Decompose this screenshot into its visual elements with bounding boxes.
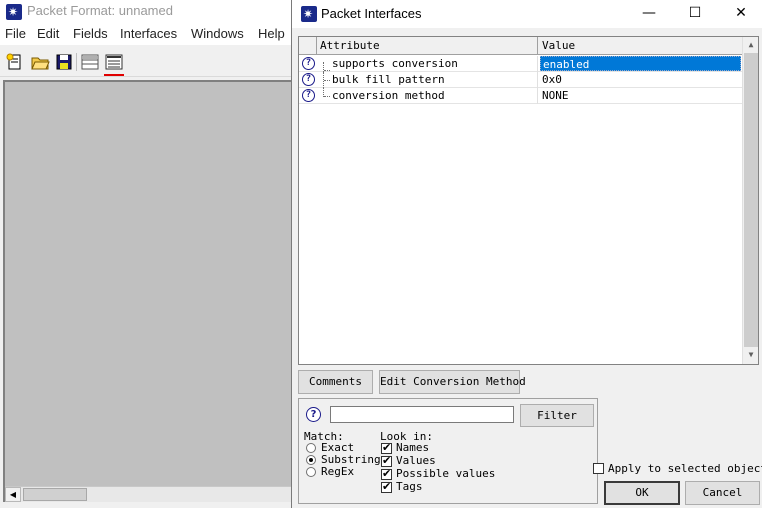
filter-button[interactable]: Filter xyxy=(520,404,594,427)
apply-to-selected-label[interactable]: Apply to selected objects xyxy=(608,462,762,475)
packet-format-window: Packet Format: unnamed File Edit Fields … xyxy=(0,0,292,508)
match-substring-radio[interactable] xyxy=(306,455,316,465)
help-icon[interactable]: ? xyxy=(306,407,321,422)
maximize-button[interactable]: ☐ xyxy=(672,0,718,28)
apply-to-selected-checkbox[interactable] xyxy=(593,463,604,474)
look-in-names-label[interactable]: Names xyxy=(396,441,429,454)
attribute-value[interactable]: 0x0 xyxy=(540,72,564,87)
toolbar xyxy=(0,47,292,77)
cancel-button[interactable]: Cancel xyxy=(685,481,760,505)
packet-view-icon[interactable] xyxy=(104,52,124,76)
dialog-title-bar: Packet Interfaces — ☐ ✕ xyxy=(292,0,762,28)
menu-windows[interactable]: Windows xyxy=(191,26,244,41)
active-tool-underline xyxy=(104,74,124,76)
column-divider[interactable] xyxy=(537,37,538,54)
minimize-button[interactable]: — xyxy=(626,0,672,28)
new-file-icon[interactable] xyxy=(5,52,25,72)
match-exact-radio[interactable] xyxy=(306,443,316,453)
ok-button[interactable]: OK xyxy=(604,481,680,505)
app-logo-icon xyxy=(301,6,317,22)
column-header-attribute[interactable]: Attribute xyxy=(320,39,380,52)
save-icon[interactable] xyxy=(54,52,74,72)
match-regex-radio[interactable] xyxy=(306,467,316,477)
packet-interfaces-dialog: Packet Interfaces — ☐ ✕ Attribute Value … xyxy=(291,0,762,508)
scrollbar-thumb[interactable] xyxy=(23,488,87,501)
attribute-name: supports conversion xyxy=(332,57,458,70)
toolbar-separator xyxy=(76,53,77,71)
menu-help[interactable]: Help xyxy=(258,26,285,41)
attribute-value[interactable]: NONE xyxy=(540,88,571,103)
tree-connector xyxy=(323,62,331,72)
scroll-down-icon[interactable]: ▼ xyxy=(744,348,758,362)
menu-fields[interactable]: Fields xyxy=(73,26,108,41)
look-in-values-label[interactable]: Values xyxy=(396,454,436,467)
help-icon[interactable]: ? xyxy=(302,89,315,102)
look-in-possible-values-checkbox[interactable] xyxy=(381,467,392,480)
column-divider xyxy=(537,56,538,72)
help-icon[interactable]: ? xyxy=(302,73,315,86)
column-divider xyxy=(537,88,538,104)
attribute-name: conversion method xyxy=(332,89,445,102)
horizontal-scrollbar[interactable]: ◀ xyxy=(5,486,292,502)
look-in-values-checkbox[interactable] xyxy=(381,454,392,467)
menu-edit[interactable]: Edit xyxy=(37,26,59,41)
comments-button[interactable]: Comments xyxy=(298,370,373,394)
tree-connector xyxy=(323,88,331,97)
help-icon[interactable]: ? xyxy=(302,57,315,70)
menu-bar: File Edit Fields Interfaces Windows Help xyxy=(0,24,292,45)
filter-input[interactable] xyxy=(330,406,514,423)
table-row[interactable]: ? supports conversion enabled xyxy=(299,56,742,72)
grid-view-icon[interactable] xyxy=(80,52,100,72)
look-in-names-checkbox[interactable] xyxy=(381,441,392,454)
vertical-scrollbar[interactable]: ▲ ▼ xyxy=(742,37,758,364)
scrollbar-thumb[interactable] xyxy=(744,53,758,347)
attribute-table: Attribute Value ? supports conversion en… xyxy=(298,36,759,365)
attribute-name: bulk fill pattern xyxy=(332,73,445,86)
filter-group: ? Filter Match: Exact Substring RegEx Lo… xyxy=(298,398,598,504)
menu-interfaces[interactable]: Interfaces xyxy=(120,26,177,41)
table-row[interactable]: ? bulk fill pattern 0x0 xyxy=(299,72,742,88)
menu-file[interactable]: File xyxy=(5,26,26,41)
table-header: Attribute Value xyxy=(299,37,742,55)
header-corner xyxy=(299,37,317,54)
packet-canvas[interactable] xyxy=(3,80,292,502)
look-in-tags-checkbox[interactable] xyxy=(381,480,392,493)
background-window-title: Packet Format: unnamed xyxy=(27,3,173,18)
look-in-possible-values-label[interactable]: Possible values xyxy=(396,467,495,480)
edit-conversion-method-button[interactable]: Edit Conversion Method xyxy=(379,370,526,394)
dialog-title: Packet Interfaces xyxy=(321,6,422,21)
look-in-tags-label[interactable]: Tags xyxy=(396,480,423,493)
match-regex-label[interactable]: RegEx xyxy=(321,465,354,478)
app-logo-icon xyxy=(6,4,22,20)
open-folder-icon[interactable] xyxy=(30,52,50,72)
column-divider xyxy=(537,72,538,88)
tree-connector xyxy=(323,72,331,88)
scroll-left-icon[interactable]: ◀ xyxy=(5,487,21,502)
attribute-value[interactable]: enabled xyxy=(540,56,741,71)
table-row[interactable]: ? conversion method NONE xyxy=(299,88,742,104)
column-header-value[interactable]: Value xyxy=(542,39,575,52)
scroll-up-icon[interactable]: ▲ xyxy=(744,38,758,52)
close-button[interactable]: ✕ xyxy=(718,0,762,28)
background-title-bar: Packet Format: unnamed xyxy=(0,0,292,24)
